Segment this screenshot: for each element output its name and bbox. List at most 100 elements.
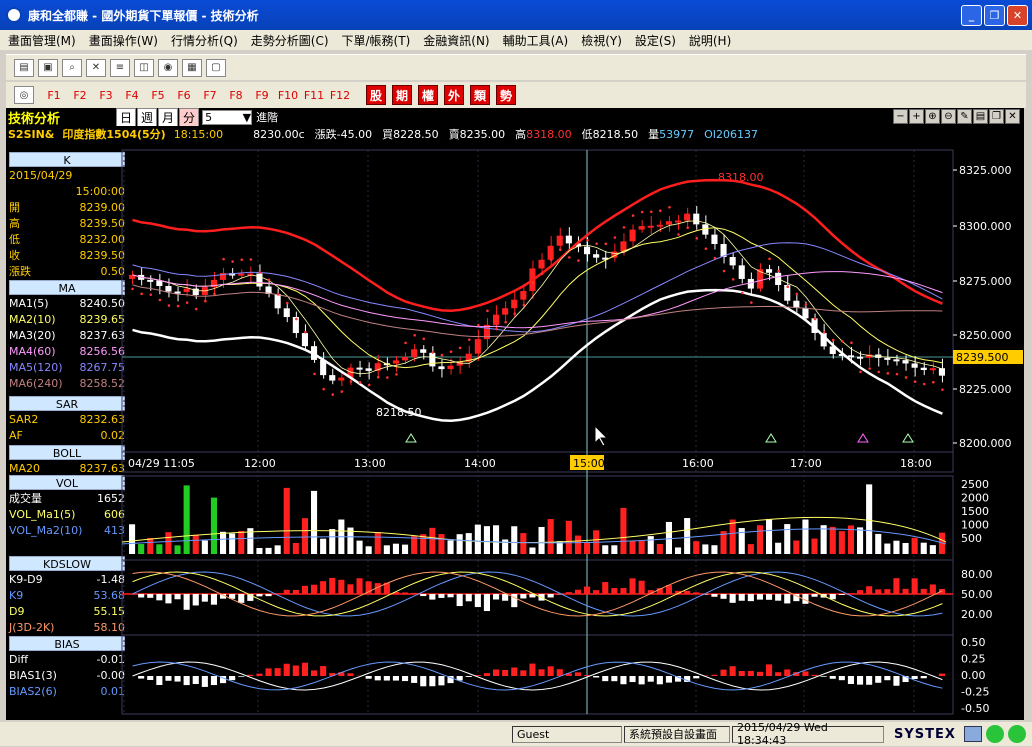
menu-item[interactable]: 設定(S) bbox=[635, 32, 676, 49]
sar-dot bbox=[896, 373, 899, 376]
bias-bar bbox=[557, 669, 563, 676]
candle-body bbox=[357, 368, 363, 370]
menu-item[interactable]: 畫面操作(W) bbox=[89, 32, 158, 49]
kd-bar bbox=[211, 594, 217, 605]
menu-item[interactable]: 行情分析(Q) bbox=[171, 32, 238, 49]
menu-item[interactable]: 下單/帳務(T) bbox=[342, 32, 411, 49]
kd-bar bbox=[757, 594, 763, 600]
candle-body bbox=[520, 291, 526, 300]
kd-bar bbox=[930, 584, 936, 594]
volume-bar bbox=[611, 545, 617, 554]
function-key-f2[interactable]: F2 bbox=[67, 85, 93, 105]
function-key-f11[interactable]: F11 bbox=[301, 85, 327, 105]
menu-item[interactable]: 走勢分析圖(C) bbox=[251, 32, 329, 49]
menu-item[interactable]: 說明(H) bbox=[689, 32, 731, 49]
period-tab[interactable]: 月 bbox=[158, 108, 178, 127]
bias-bar bbox=[611, 676, 617, 681]
tools-icon[interactable]: ✎ bbox=[957, 109, 972, 124]
period-tab[interactable]: 分 bbox=[179, 108, 199, 127]
candle-body bbox=[857, 357, 863, 359]
quick-key[interactable]: 股 bbox=[366, 85, 386, 105]
zoom-minus-icon[interactable]: − bbox=[893, 109, 908, 124]
advanced-button[interactable]: 進階 bbox=[256, 109, 278, 125]
chart-canvas[interactable]: 04/29 11:0512:0013:0014:0015:0016:0017:0… bbox=[6, 142, 1024, 720]
function-key-f7[interactable]: F7 bbox=[197, 85, 223, 105]
globe-icon[interactable]: ◉ bbox=[158, 59, 178, 77]
period-tab[interactable]: 日 bbox=[116, 108, 136, 127]
save-icon[interactable]: ▤ bbox=[973, 109, 988, 124]
interval-select[interactable]: 5▼ bbox=[202, 110, 252, 125]
zoom-out-icon[interactable]: ⊖ bbox=[941, 109, 956, 124]
ma-line bbox=[133, 272, 943, 328]
function-key-f1[interactable]: F1 bbox=[41, 85, 67, 105]
volume-bar bbox=[766, 519, 772, 554]
list-icon[interactable]: ≡ bbox=[110, 59, 130, 77]
sar-dot bbox=[322, 388, 325, 391]
menu-item[interactable]: 檢視(Y) bbox=[581, 32, 622, 49]
quick-key[interactable]: 類 bbox=[470, 85, 490, 105]
vol-tick-label: 2000 bbox=[961, 492, 989, 505]
monitor-icon[interactable]: ▣ bbox=[38, 59, 58, 77]
oi-label: OI bbox=[704, 128, 716, 141]
function-key-f12[interactable]: F12 bbox=[327, 85, 353, 105]
period-tab[interactable]: 週 bbox=[137, 108, 157, 127]
quick-key[interactable]: 期 bbox=[392, 85, 412, 105]
function-key-f10[interactable]: F10 bbox=[275, 85, 301, 105]
volume-bar bbox=[329, 529, 335, 554]
tile-icon[interactable]: ◫ bbox=[134, 59, 154, 77]
sar-dot bbox=[331, 393, 334, 396]
function-key-f8[interactable]: F8 bbox=[223, 85, 249, 105]
last-price: 8230.00c bbox=[253, 128, 305, 141]
function-key-f6[interactable]: F6 bbox=[171, 85, 197, 105]
sar-dot bbox=[513, 312, 516, 315]
bias-bar bbox=[775, 672, 781, 676]
home-icon[interactable]: ◎ bbox=[14, 86, 34, 104]
bias-bar bbox=[884, 676, 890, 680]
close-button[interactable]: ✕ bbox=[1007, 5, 1028, 26]
kd-bar bbox=[502, 594, 508, 601]
vol-tick-label: 1500 bbox=[961, 505, 989, 518]
volume-bar bbox=[284, 488, 290, 554]
menu-item[interactable]: 金融資訊(N) bbox=[423, 32, 489, 49]
restore-icon[interactable]: ❐ bbox=[989, 109, 1004, 124]
close-window-icon[interactable]: ✕ bbox=[86, 59, 106, 77]
quick-key[interactable]: 勢 bbox=[496, 85, 516, 105]
ma-line bbox=[133, 221, 943, 374]
volume-bar bbox=[156, 544, 162, 554]
volume-bar bbox=[884, 544, 890, 554]
function-key-f4[interactable]: F4 bbox=[119, 85, 145, 105]
function-key-f9[interactable]: F9 bbox=[249, 85, 275, 105]
menu-item[interactable]: 畫面管理(M) bbox=[8, 32, 76, 49]
sar-dot bbox=[404, 342, 407, 345]
zoom-plus-icon[interactable]: + bbox=[909, 109, 924, 124]
image-icon[interactable]: ▢ bbox=[206, 59, 226, 77]
chart-area[interactable]: K2015/04/2915:00:00開8239.00高8239.50低8232… bbox=[6, 142, 1024, 720]
menu-item[interactable]: 輔助工具(A) bbox=[503, 32, 569, 49]
volume-bar bbox=[366, 546, 372, 554]
sar-dot bbox=[595, 242, 598, 245]
volume-bar bbox=[893, 541, 899, 554]
search-icon[interactable]: ⌕ bbox=[62, 59, 82, 77]
kd-bar bbox=[830, 594, 836, 599]
kd-bar bbox=[448, 594, 454, 597]
close-panel-icon[interactable]: ✕ bbox=[1005, 109, 1020, 124]
sar-dot bbox=[841, 340, 844, 343]
sar-dot bbox=[395, 373, 398, 376]
network-icon[interactable] bbox=[964, 726, 982, 742]
volume-bar bbox=[775, 543, 781, 554]
volume-bar bbox=[193, 535, 199, 554]
title-bar: 康和全都賺 - 國外期貨下單報價 - 技術分析 _ ❐ ✕ bbox=[0, 0, 1032, 30]
zoom-in-icon[interactable]: ⊕ bbox=[925, 109, 940, 124]
candle-body bbox=[675, 221, 681, 223]
function-key-f3[interactable]: F3 bbox=[93, 85, 119, 105]
candle-body bbox=[693, 214, 699, 225]
candle-body bbox=[593, 254, 599, 257]
maximize-button[interactable]: ❐ bbox=[984, 5, 1005, 26]
minimize-button[interactable]: _ bbox=[961, 5, 982, 26]
function-key-f5[interactable]: F5 bbox=[145, 85, 171, 105]
layout-icon[interactable]: ▤ bbox=[14, 59, 34, 77]
quick-key[interactable]: 外 bbox=[444, 85, 464, 105]
quick-key[interactable]: 權 bbox=[418, 85, 438, 105]
volume-bar bbox=[675, 547, 681, 554]
chart-icon[interactable]: ▦ bbox=[182, 59, 202, 77]
